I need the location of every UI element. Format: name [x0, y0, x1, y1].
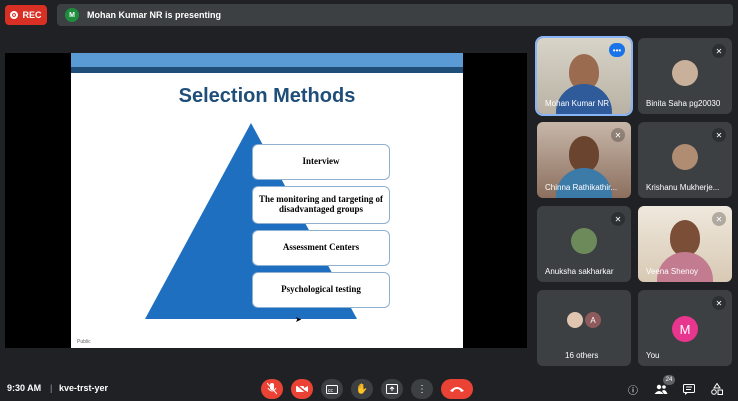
clock: 9:30 AM [7, 383, 42, 393]
meeting-code: kve-trst-yer [59, 383, 109, 393]
present-icon[interactable] [381, 379, 403, 399]
avatar [672, 144, 698, 170]
presenter-avatar: M [65, 8, 79, 22]
recording-label: REC [22, 10, 42, 20]
info-icon[interactable]: ⓘ [626, 382, 640, 397]
avatar-initial: A [585, 312, 601, 328]
participant-name: Mohan Kumar NR [545, 99, 610, 108]
method-item-2: The monitoring and targeting of disadvan… [252, 186, 390, 224]
presenting-banner: M Mohan Kumar NR is presenting [57, 4, 733, 26]
chat-icon[interactable] [682, 382, 696, 396]
captions-icon[interactable]: cc [321, 379, 343, 399]
participant-tile-chinna[interactable]: ✕ Chinna Rathikathir... [537, 122, 631, 198]
top-bar: REC M Mohan Kumar NR is presenting [0, 0, 738, 30]
presenting-text: Mohan Kumar NR is presenting [87, 10, 222, 20]
recording-badge: REC [5, 5, 47, 25]
participant-tile-krishanu[interactable]: ✕ Krishanu Mukherje... [638, 122, 732, 198]
slide: Selection Methods Interview The monitori… [71, 53, 463, 348]
participant-name: Krishanu Mukherje... [646, 183, 720, 192]
mic-off-icon[interactable] [261, 379, 283, 399]
participant-tile-you[interactable]: M ✕ You [638, 290, 732, 366]
participant-tile-others[interactable]: A 16 others [537, 290, 631, 366]
mic-off-icon: ✕ [712, 296, 726, 310]
raise-hand-icon[interactable]: ✋ [351, 379, 373, 399]
participant-tile-mohan[interactable]: ••• Mohan Kumar NR [535, 36, 633, 116]
record-icon [10, 11, 19, 19]
end-call-icon[interactable] [441, 379, 473, 399]
mic-off-icon: ✕ [712, 212, 726, 226]
slide-header-band-dark [71, 67, 463, 73]
participant-tile-anuksha[interactable]: ✕ Anuksha sakharkar [537, 206, 631, 282]
participant-name: Veena Shenoy [646, 267, 699, 276]
participant-tile-binita[interactable]: ✕ Binita Saha pg20030 [638, 38, 732, 114]
bottom-bar: 9:30 AM | kve-trst-yer cc ✋ ⋮ ⓘ 24 [0, 375, 738, 401]
mouse-cursor-icon: ➤ [295, 315, 302, 324]
participant-face [569, 136, 599, 172]
method-item-3: Assessment Centers [252, 230, 390, 266]
avatar [567, 312, 583, 328]
participant-face [670, 220, 700, 256]
camera-off-icon[interactable] [291, 379, 313, 399]
participant-name: You [646, 351, 660, 360]
mic-off-icon: ✕ [611, 128, 625, 142]
slide-header-band [71, 53, 463, 67]
more-vert-icon[interactable]: ⋮ [411, 379, 433, 399]
avatar [672, 60, 698, 86]
activities-icon[interactable] [710, 382, 724, 396]
participant-name: Chinna Rathikathir... [545, 183, 618, 192]
more-options-icon[interactable]: ••• [609, 43, 625, 57]
method-item-1: Interview [252, 144, 390, 180]
mic-off-icon: ✕ [611, 212, 625, 226]
slide-footer: Public [77, 339, 91, 345]
avatar [571, 228, 597, 254]
separator: | [50, 383, 53, 393]
mic-off-icon: ✕ [712, 44, 726, 58]
participant-tile-veena[interactable]: ✕ Veena Shenoy [638, 206, 732, 282]
slide-title: Selection Methods [178, 85, 356, 107]
people-icon[interactable] [654, 382, 668, 396]
presentation-stage[interactable]: Selection Methods Interview The monitori… [5, 53, 527, 348]
method-item-4: Psychological testing [252, 272, 390, 308]
others-avatars: A [567, 312, 601, 328]
mic-off-icon: ✕ [712, 128, 726, 142]
participant-name: Anuksha sakharkar [545, 267, 614, 276]
participant-name: Binita Saha pg20030 [646, 99, 721, 108]
others-count: 16 others [565, 351, 599, 360]
svg-text:cc: cc [328, 388, 334, 394]
self-avatar: M [672, 316, 698, 342]
